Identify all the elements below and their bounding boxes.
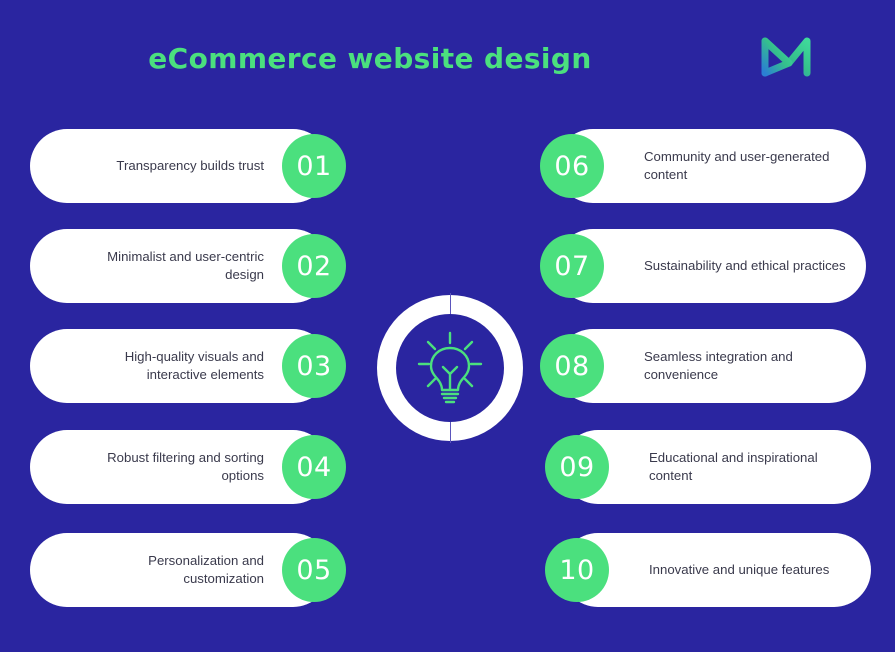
list-item[interactable]: 09 Educational and inspirational content [545, 430, 871, 504]
list-item-number: 10 [545, 538, 609, 602]
center-emblem [377, 293, 523, 443]
infographic-poster: eCommerce website design Transparency bu… [0, 0, 895, 652]
list-item-number: 08 [540, 334, 604, 398]
list-item[interactable]: 10 Innovative and unique features [545, 533, 871, 607]
lightbulb-icon [415, 331, 485, 405]
list-item-number: 05 [282, 538, 346, 602]
list-item-number: 02 [282, 234, 346, 298]
list-item-number: 03 [282, 334, 346, 398]
list-item-label: High-quality visuals and interactive ele… [124, 349, 264, 382]
list-item-label: Seamless integration and convenience [644, 349, 793, 382]
list-item-label: Community and user-generated content [644, 149, 830, 182]
list-item-label: Transparency builds trust [116, 158, 264, 173]
list-item[interactable]: 08 Seamless integration and convenience [540, 329, 866, 403]
list-item[interactable]: 07 Sustainability and ethical practices [540, 229, 866, 303]
list-item[interactable]: Robust filtering and sorting options 04 [30, 430, 346, 504]
list-item-number: 04 [282, 435, 346, 499]
list-item-label: Educational and inspirational content [649, 450, 818, 483]
list-item-number: 09 [545, 435, 609, 499]
list-item[interactable]: Minimalist and user-centric design 02 [30, 229, 346, 303]
list-item-label: Robust filtering and sorting options [107, 450, 264, 483]
list-item[interactable]: 06 Community and user-generated content [540, 129, 866, 203]
list-item-number: 01 [282, 134, 346, 198]
list-item-label: Innovative and unique features [649, 562, 830, 577]
list-item[interactable]: High-quality visuals and interactive ele… [30, 329, 346, 403]
list-item-number: 07 [540, 234, 604, 298]
list-item-number: 06 [540, 134, 604, 198]
list-item[interactable]: Personalization and customization 05 [30, 533, 346, 607]
page-title: eCommerce website design [148, 42, 592, 75]
list-item-label: Minimalist and user-centric design [107, 249, 264, 282]
m-monogram-logo [756, 29, 822, 81]
list-item-label: Sustainability and ethical practices [644, 258, 846, 273]
list-item[interactable]: Transparency builds trust 01 [30, 129, 346, 203]
list-item-label: Personalization and customization [148, 553, 264, 586]
